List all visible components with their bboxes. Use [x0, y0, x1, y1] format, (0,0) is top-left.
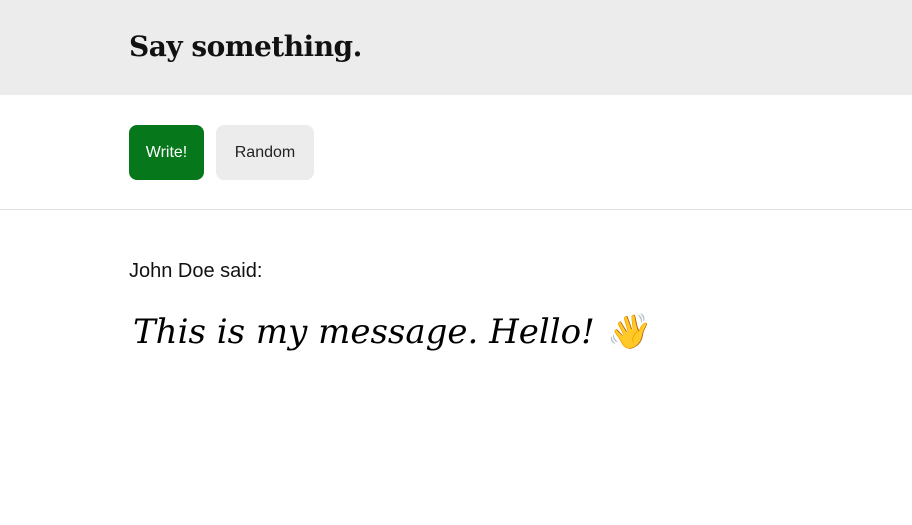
header-bar: Say something.: [0, 0, 912, 95]
page-title: Say something.: [129, 30, 362, 63]
random-button[interactable]: Random: [216, 125, 314, 180]
message-author: John Doe said:: [129, 260, 263, 282]
message-text: This is my message. Hello! 👋: [133, 312, 648, 352]
toolbar: Write! Random: [0, 95, 912, 210]
write-button[interactable]: Write!: [129, 125, 204, 180]
message-card: John Doe said: This is my message. Hello…: [0, 210, 912, 525]
